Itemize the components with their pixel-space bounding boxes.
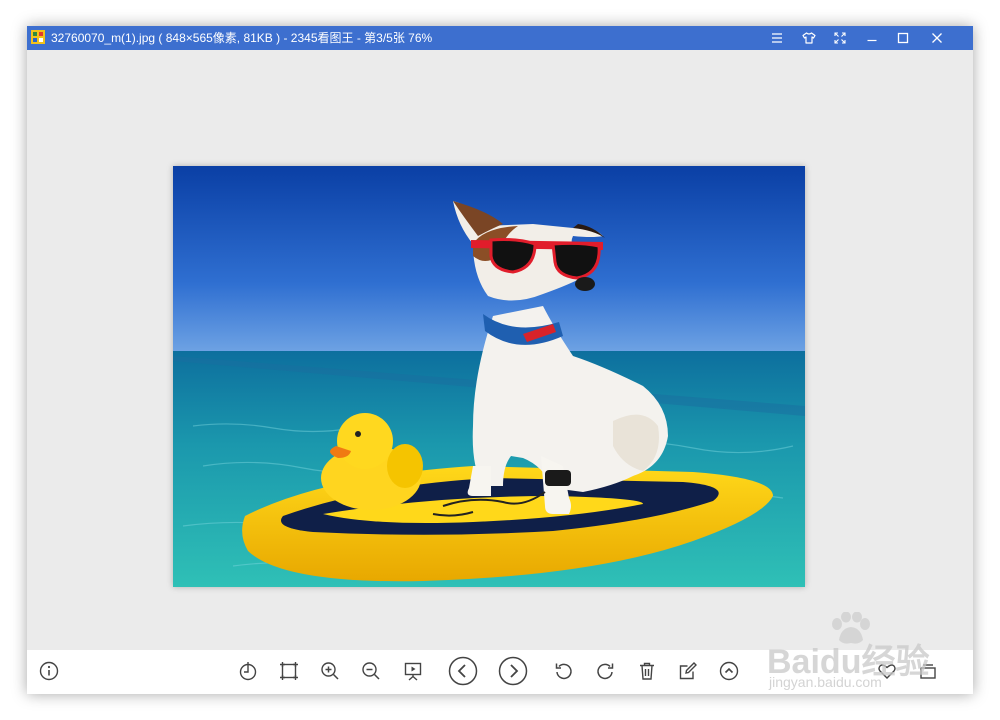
minimize-icon <box>867 39 877 42</box>
minimize-button[interactable] <box>857 26 887 50</box>
rotate-right-icon <box>597 663 614 680</box>
slideshow-button[interactable] <box>398 656 428 686</box>
trash-icon <box>640 662 654 680</box>
previous-image-button[interactable] <box>448 656 478 686</box>
menu-button[interactable] <box>762 26 792 50</box>
fullscreen-button[interactable] <box>825 26 855 50</box>
window-title: 32760070_m(1).jpg ( 848×565像素, 81KB ) - … <box>51 31 433 45</box>
zoom-in-icon <box>321 662 339 680</box>
edit-icon <box>679 662 697 680</box>
shirt-icon <box>802 32 816 44</box>
bottom-toolbar <box>27 650 973 694</box>
zoom-out-button[interactable] <box>356 656 386 686</box>
image-viewer-window: 32760070_m(1).jpg ( 848×565像素, 81KB ) - … <box>27 26 973 694</box>
app-logo-icon <box>31 30 45 44</box>
zoom-out-icon <box>362 662 380 680</box>
close-button[interactable] <box>922 26 952 50</box>
next-icon <box>498 656 528 686</box>
fit-window-button[interactable] <box>274 656 304 686</box>
rotate-right-button[interactable] <box>590 656 620 686</box>
delete-button[interactable] <box>632 656 662 686</box>
rotate-left-button[interactable] <box>549 656 579 686</box>
heart-icon <box>878 664 896 679</box>
fullscreen-icon <box>834 32 846 44</box>
title-bar[interactable]: 32760070_m(1).jpg ( 848×565像素, 81KB ) - … <box>27 26 973 50</box>
photo-illustration <box>173 166 805 587</box>
edit-button[interactable] <box>673 656 703 686</box>
skin-button[interactable] <box>794 26 824 50</box>
fit-window-icon <box>280 662 298 680</box>
thumbnails-button[interactable] <box>913 656 943 686</box>
original-size-icon <box>239 662 257 681</box>
more-up-icon <box>719 661 739 681</box>
displayed-photo[interactable] <box>173 166 805 587</box>
close-icon <box>932 33 942 43</box>
thumbnail-icon <box>920 664 936 679</box>
zoom-in-button[interactable] <box>315 656 345 686</box>
image-canvas[interactable] <box>27 50 973 650</box>
slideshow-icon <box>404 662 422 681</box>
more-button[interactable] <box>714 656 744 686</box>
rotate-left-icon <box>555 663 572 680</box>
actual-size-button[interactable] <box>233 656 263 686</box>
info-icon <box>39 661 59 681</box>
info-button[interactable] <box>34 656 64 686</box>
maximize-button[interactable] <box>888 26 918 50</box>
favorite-button[interactable] <box>872 656 902 686</box>
maximize-icon <box>897 32 909 44</box>
previous-icon <box>448 656 478 686</box>
hamburger-menu-icon <box>772 33 782 43</box>
next-image-button[interactable] <box>498 656 528 686</box>
